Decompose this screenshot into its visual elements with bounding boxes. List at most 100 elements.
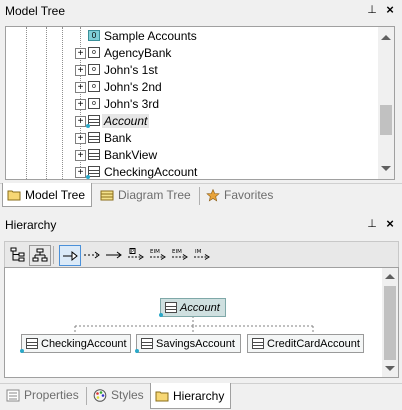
object-icon: o [88,47,100,58]
model-tree-view[interactable]: 0 Sample Accounts + o AgencyBank + o Joh… [5,26,395,180]
scroll-thumb[interactable] [380,105,392,135]
pin-icon[interactable]: ⊥ [366,218,378,231]
close-icon[interactable]: × [384,217,396,231]
tab-separator [86,387,87,405]
hierarchy-toolbar: P EIM EIM IM [4,241,399,268]
expand-icon[interactable]: + [75,150,86,161]
object-icon: o [88,98,100,109]
tab-label: Hierarchy [173,388,225,403]
class-label: CheckingAccount [41,337,127,350]
tree-item-label: AgencyBank [104,46,172,60]
hierarchy-titlebar: Hierarchy ⊥ × [0,214,402,236]
tree-view-icon[interactable] [8,245,28,264]
class-icon [165,302,177,313]
hierarchy-vertical-scrollbar[interactable] [382,268,398,377]
close-icon[interactable]: × [384,3,396,17]
tree-item-label: Bank [104,131,132,145]
scroll-up-arrow-icon[interactable] [381,35,391,40]
properties-icon [6,389,20,402]
realization-icon[interactable]: P [126,245,146,264]
svg-text:EIM: EIM [172,249,182,255]
hierarchy-child-class[interactable]: SavingsAccount [135,334,241,353]
tree-item-label: Sample Accounts [104,29,197,43]
tab-diagram-tree[interactable]: Diagram Tree [96,184,197,206]
tree-item-johns-1st[interactable]: + o John's 1st [6,62,376,79]
tree-item-label: John's 3rd [104,97,159,111]
expand-icon[interactable]: + [75,48,86,59]
tab-hierarchy[interactable]: Hierarchy [150,383,232,409]
link-dot-icon [159,313,163,317]
association-icon[interactable] [104,245,124,264]
link-dot-icon [86,175,90,179]
link-dot-icon [86,124,90,128]
expand-icon[interactable]: + [75,133,86,144]
tree-vertical-scrollbar[interactable] [378,27,394,179]
scroll-down-arrow-icon[interactable] [385,366,395,371]
class-icon [26,338,38,349]
scroll-up-arrow-icon[interactable] [385,274,395,279]
diagram-icon [100,189,114,202]
tree-item-bank[interactable]: + Bank [6,130,376,147]
tab-styles[interactable]: Styles [89,384,150,406]
tab-label: Favorites [224,188,274,202]
tab-label: Styles [111,388,144,402]
link-dot-icon [135,349,139,353]
class-icon [141,338,153,349]
tree-item-label: John's 2nd [104,80,162,94]
scroll-down-arrow-icon[interactable] [381,166,391,171]
object-icon: o [88,64,100,75]
hierarchy-child-class[interactable]: CheckingAccount [20,334,131,353]
tree-item-johns-3rd[interactable]: + o John's 3rd [6,96,376,113]
merge-icon[interactable]: EIM [170,245,190,264]
svg-text:IM: IM [195,249,202,255]
tree-item-johns-2nd[interactable]: + o John's 2nd [6,79,376,96]
svg-text:P: P [131,249,134,255]
tab-properties[interactable]: Properties [2,384,85,406]
class-icon [88,132,100,143]
generalization-icon[interactable] [59,245,81,266]
dependency-icon[interactable] [82,245,102,264]
expand-icon[interactable]: + [75,82,86,93]
hierarchy-child-class[interactable]: CreditCardAccount [247,334,364,353]
class-label: SavingsAccount [156,337,235,350]
hierarchy-icon [155,389,169,402]
tab-separator [199,187,200,205]
toolbar-separator [53,246,54,264]
import-icon[interactable]: EIM [148,245,168,264]
model-tree-tabstrip: Model Tree Diagram Tree Favorites [0,183,402,208]
tree-item-label: John's 1st [104,63,158,77]
palette-icon [93,388,107,402]
expand-icon[interactable]: + [75,116,86,127]
hierarchy-title: Hierarchy [5,218,57,232]
tab-label: Diagram Tree [118,188,191,202]
hierarchy-tabstrip: Properties Styles Hierarchy [0,383,402,410]
object-icon: o [88,81,100,92]
graph-view-icon[interactable] [29,245,51,266]
tree-item-agencybank[interactable]: + o AgencyBank [6,45,376,62]
hierarchy-focus-class[interactable]: Account [159,298,226,317]
tree-item-bankview[interactable]: + BankView [6,147,376,164]
expand-icon[interactable]: + [75,99,86,110]
hierarchy-graph-view[interactable]: Account CheckingAccount SavingsAccount C… [4,267,399,378]
tree-item-checkingaccount[interactable]: + CheckingAccount [6,164,376,179]
tree-item-account[interactable]: + Account [6,113,376,130]
link-dot-icon [20,349,24,353]
class-label: CreditCardAccount [267,337,360,350]
tree-item-label: Account [102,114,150,128]
tab-label: Properties [24,388,79,402]
class-icon [88,149,100,160]
access-icon[interactable]: IM [192,245,212,264]
tab-label: Model Tree [25,187,86,202]
tab-model-tree[interactable]: Model Tree [2,183,93,207]
pin-icon[interactable]: ⊥ [366,4,378,17]
expand-icon[interactable]: + [75,65,86,76]
expand-icon[interactable]: + [75,167,86,178]
class-label: Account [180,301,220,314]
hierarchy-connectors [74,316,314,334]
tree-item-label: BankView [104,148,158,162]
folder-icon [7,188,21,201]
svg-text:EIM: EIM [150,249,160,255]
tree-item-sample-accounts[interactable]: 0 Sample Accounts [6,28,376,45]
scroll-thumb[interactable] [384,286,396,360]
tab-favorites[interactable]: Favorites [202,184,279,206]
